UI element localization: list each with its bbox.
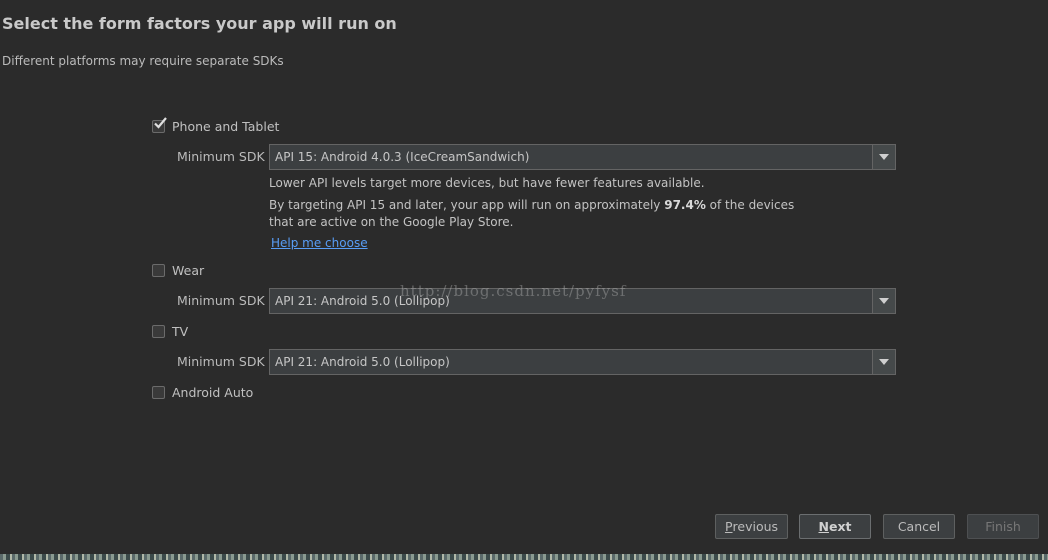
min-sdk-label-tv: Minimum SDK [177, 354, 265, 369]
next-label: ext [828, 519, 852, 534]
api-info-line3: that are active on the Google Play Store… [269, 215, 514, 229]
api-info-coverage: By targeting API 15 and later, your app … [269, 197, 794, 214]
coverage-percentage: 97.4% [664, 198, 706, 212]
min-sdk-value-tv: API 21: Android 5.0 (Lollipop) [275, 355, 450, 369]
checkbox-row-tv[interactable]: TV [152, 324, 188, 339]
dropdown-button[interactable] [872, 289, 895, 313]
min-sdk-label-phone-tablet: Minimum SDK [177, 149, 265, 164]
checkbox-row-android-auto[interactable]: Android Auto [152, 385, 253, 400]
page-subtitle: Different platforms may require separate… [2, 54, 284, 68]
api-info-line2-pre: By targeting API 15 and later, your app … [269, 198, 665, 212]
api-info-line2-post: of the devices [705, 198, 795, 212]
previous-button[interactable]: Previous [715, 514, 788, 539]
min-sdk-select-phone-tablet[interactable]: API 15: Android 4.0.3 (IceCreamSandwich) [269, 144, 896, 170]
chevron-down-icon [879, 154, 889, 160]
help-me-choose-link[interactable]: Help me choose [271, 236, 368, 250]
checkbox-android-auto[interactable] [152, 386, 165, 399]
chevron-down-icon [879, 298, 889, 304]
checkbox-tv[interactable] [152, 325, 165, 338]
checkmark-icon [154, 117, 167, 129]
checkbox-label-tv: TV [172, 324, 189, 339]
dropdown-button[interactable] [872, 350, 895, 374]
finish-button[interactable]: Finish [967, 514, 1039, 539]
previous-label: revious [732, 519, 779, 534]
page-title: Select the form factors your app will ru… [2, 14, 397, 33]
checkbox-wear[interactable] [152, 264, 165, 277]
next-button[interactable]: Next [799, 514, 871, 539]
watermark: http://blog.csdn.net/pyfysf [400, 282, 627, 300]
desktop-background-strip [0, 554, 1048, 560]
next-mnemonic: N [818, 519, 829, 534]
min-sdk-value-phone-tablet: API 15: Android 4.0.3 (IceCreamSandwich) [275, 150, 530, 164]
checkbox-label-android-auto: Android Auto [172, 385, 254, 400]
cancel-button[interactable]: Cancel [883, 514, 955, 539]
api-info-line1: Lower API levels target more devices, bu… [269, 176, 705, 190]
min-sdk-select-tv[interactable]: API 21: Android 5.0 (Lollipop) [269, 349, 896, 375]
checkbox-row-wear[interactable]: Wear [152, 263, 204, 278]
previous-mnemonic: P [724, 519, 733, 534]
chevron-down-icon [879, 359, 889, 365]
checkbox-label-phone-tablet: Phone and Tablet [172, 119, 280, 134]
checkbox-label-wear: Wear [172, 263, 205, 278]
dropdown-button[interactable] [872, 145, 895, 169]
checkbox-phone-tablet[interactable] [152, 117, 167, 133]
checkbox-row-phone-tablet[interactable]: Phone and Tablet [152, 117, 280, 134]
min-sdk-label-wear: Minimum SDK [177, 293, 265, 308]
